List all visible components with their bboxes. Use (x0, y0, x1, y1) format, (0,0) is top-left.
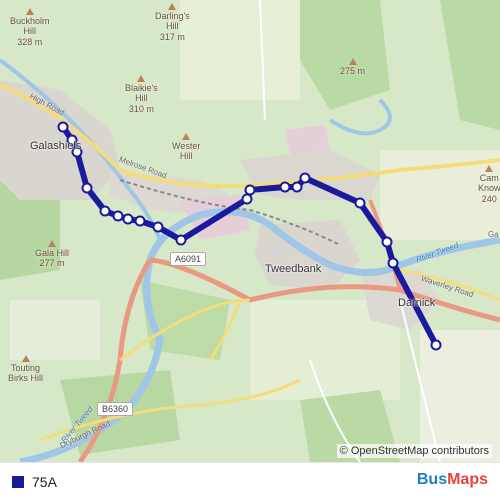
map-canvas[interactable]: Buckholm Hill 328 m Darling's Hill 317 m… (0, 0, 500, 462)
busmaps-logo[interactable]: BusMaps (417, 471, 488, 489)
hill-height: 240 (481, 193, 497, 204)
hill-name: Touting Birks Hill (8, 363, 43, 384)
map-base (0, 0, 500, 462)
hill-touting: Touting Birks Hill (8, 355, 43, 384)
bus-stop-marker[interactable] (279, 181, 291, 193)
bus-stop-marker[interactable] (381, 236, 393, 248)
bus-stop-marker[interactable] (299, 172, 311, 184)
bus-stop-marker[interactable] (112, 210, 124, 222)
town-galashiels: Galashiels (30, 140, 82, 152)
legend-bar: 75A BusMaps (0, 462, 500, 501)
bus-stop-marker[interactable] (175, 234, 187, 246)
hill-name: Darling's Hill (155, 11, 190, 32)
peak-icon (348, 58, 357, 65)
hill-name: Blaikie's Hill (125, 83, 158, 104)
town-darnick: Darnick (398, 297, 436, 309)
peak-icon (48, 240, 56, 247)
town-tweedbank: Tweedbank (265, 263, 322, 275)
brand-part-2: Maps (447, 471, 488, 488)
hill-darlings: Darling's Hill 317 m (155, 3, 190, 42)
bus-stop-marker[interactable] (244, 184, 256, 196)
bus-stop-marker[interactable] (122, 213, 134, 225)
bus-stop-marker[interactable] (152, 221, 164, 233)
legend-route-label: 75A (32, 474, 57, 490)
peak-icon (182, 133, 191, 140)
hill-unnamed: 275 m (340, 58, 365, 76)
legend-swatch (12, 476, 24, 488)
bus-stop-marker[interactable] (430, 339, 442, 351)
bus-stop-marker[interactable] (291, 181, 303, 193)
hill-height: 317 m (159, 31, 185, 42)
bus-stop-marker[interactable] (354, 197, 366, 209)
hill-height: 275 m (340, 66, 366, 76)
hill-name: Cam Know (478, 173, 500, 194)
peak-icon (137, 75, 146, 82)
hill-name: Gala Hill (35, 248, 70, 258)
peak-icon (485, 165, 494, 172)
peak-icon (25, 8, 34, 15)
hill-height: 328 m (17, 36, 43, 47)
brand-part-1: Bus (416, 471, 448, 488)
hill-height: 310 m (128, 103, 154, 114)
hill-blaikies: Blaikie's Hill 310 m (125, 75, 158, 114)
hill-gala: Gala Hill 277 m (35, 240, 69, 269)
hill-buckholm: Buckholm Hill 328 m (10, 8, 50, 47)
edge-label: Ga (488, 230, 499, 239)
peak-icon (168, 3, 177, 10)
bus-stop-marker[interactable] (387, 257, 399, 269)
bus-stop-marker[interactable] (134, 215, 146, 227)
hill-name: Wester Hill (172, 141, 201, 162)
bus-stop-marker[interactable] (81, 182, 93, 194)
peak-icon (21, 355, 30, 362)
map-attribution[interactable]: © OpenStreetMap contributors (336, 444, 492, 458)
bus-stop-marker[interactable] (241, 193, 253, 205)
hill-height: 277 m (39, 258, 65, 269)
road-shield-b6360: B6360 (97, 402, 134, 416)
hill-camknow: Cam Know 240 (478, 165, 500, 204)
road-shield-a6091: A6091 (170, 252, 207, 266)
bus-stop-marker[interactable] (57, 121, 69, 133)
bus-stop-marker[interactable] (99, 205, 111, 217)
hill-wester: Wester Hill (172, 133, 200, 162)
hill-name: Buckholm Hill (10, 16, 50, 37)
